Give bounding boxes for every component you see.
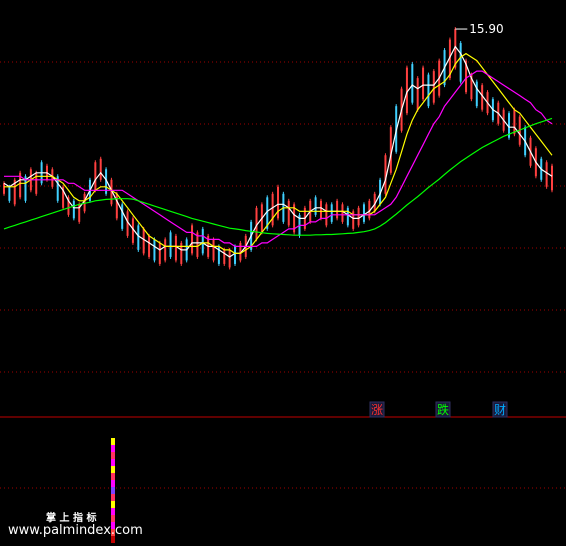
candle-body [545,162,548,187]
candle-body [3,183,5,194]
indicator-bar-segment [111,445,115,452]
indicator-bar-segment [111,501,115,508]
candle-body [416,78,419,110]
candle-body [319,200,322,219]
candle-body [422,67,425,100]
candle-body [357,207,360,226]
indicator-bar-segment [111,480,115,487]
candle-body [271,193,274,226]
peak-marker: 15.90 [455,22,504,36]
candle-body [346,207,349,226]
candle-body [201,228,204,254]
signal-badges: 涨跌财 [369,401,508,418]
candle-body [223,249,226,264]
ma-line-2 [4,52,553,254]
candle-body [164,239,167,261]
indicator-bar-segment [111,508,115,515]
signal-badge-text: 跌 [437,402,449,417]
indicator-bar-segment [111,473,115,480]
candle-body [427,74,430,107]
candle-body [169,232,172,257]
candle-body [121,204,124,229]
candle-body [277,186,279,219]
candle-body [72,200,75,219]
candle-body [212,239,215,261]
candle-body [234,246,237,264]
indicator-bar-segment [111,459,115,466]
website-label: www.palmindex.com [8,523,143,538]
candle-body [94,162,97,191]
indicator-bar-segment [111,438,115,445]
price-grid [0,61,566,489]
indicator-bar-segment [111,466,115,473]
candle-body [336,200,339,219]
candle-body [432,71,435,103]
candle-body [475,81,478,107]
indicator-bar-segment [111,452,115,459]
candle-body [330,204,333,222]
stock-chart: 15.90 涨跌财 掌 上 指 标 www.palmindex.com [0,22,566,543]
candle-body [411,64,414,103]
ma-line-1 [3,45,553,258]
candle-body [158,242,161,264]
indicator-bar-segment [111,494,115,501]
candle-body [228,249,231,268]
indicator-bar-segment [111,515,115,522]
candle-body [191,225,194,254]
candle-body [142,228,145,254]
candle-body [362,204,365,222]
candle-body [459,43,462,82]
candle-body [153,239,156,261]
candle-body [314,197,317,215]
candle-body [325,204,328,226]
candlesticks [3,27,553,270]
candle-body [551,165,553,191]
peak-price-label: 15.90 [469,22,503,36]
candle-body [341,204,344,222]
signal-badge-text: 涨 [371,402,383,417]
candle-body [174,235,177,261]
candle-body [137,225,140,250]
candle-body [115,193,118,219]
candle-body [99,158,102,180]
moving-averages [3,45,553,258]
indicator-bar-segment [111,487,115,494]
candle-body [148,235,151,257]
signal-badge-text: 财 [494,403,506,417]
candle-body [513,109,516,135]
candle-body [8,186,11,201]
candle-body [287,200,290,226]
